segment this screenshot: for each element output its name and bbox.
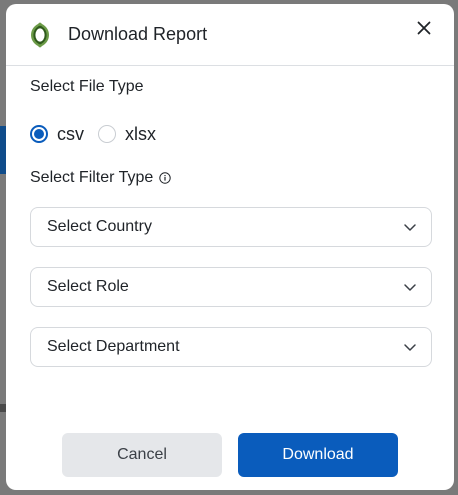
filter-type-label: Select Filter Type xyxy=(30,169,154,186)
radio-option-csv[interactable]: csv xyxy=(30,124,84,145)
department-select-value: Select Department xyxy=(47,338,180,355)
info-icon[interactable] xyxy=(159,172,172,184)
radio-xlsx[interactable] xyxy=(98,125,116,143)
modal-title: Download Report xyxy=(68,24,208,44)
radio-label-xlsx: xlsx xyxy=(125,123,156,144)
file-type-label: Select File Type xyxy=(30,78,144,95)
role-select[interactable]: Select Role xyxy=(30,267,432,307)
country-select-value: Select Country xyxy=(47,218,152,235)
role-select-value: Select Role xyxy=(47,278,129,295)
radio-option-xlsx[interactable]: xlsx xyxy=(98,124,156,145)
modal-footer: Cancel Download xyxy=(6,433,454,477)
chevron-down-icon xyxy=(403,340,417,354)
department-select[interactable]: Select Department xyxy=(30,327,432,367)
chevron-down-icon xyxy=(403,220,417,234)
radio-csv[interactable] xyxy=(30,125,48,143)
filter-type-label-row: Select Filter Type xyxy=(30,169,432,187)
file-type-radio-group: csv xlsx xyxy=(30,123,432,145)
modal-body: Select File Type csv xlsx Select Filter … xyxy=(6,66,454,367)
close-icon[interactable] xyxy=(410,14,438,42)
country-select[interactable]: Select Country xyxy=(30,207,432,247)
download-report-modal: Download Report Select File Type csv xls… xyxy=(6,4,454,490)
chevron-down-icon xyxy=(403,280,417,294)
shield-logo-icon xyxy=(26,21,54,49)
download-button[interactable]: Download xyxy=(238,433,398,477)
radio-label-csv: csv xyxy=(57,123,84,144)
modal-header: Download Report xyxy=(6,4,454,66)
cancel-button[interactable]: Cancel xyxy=(62,433,222,477)
